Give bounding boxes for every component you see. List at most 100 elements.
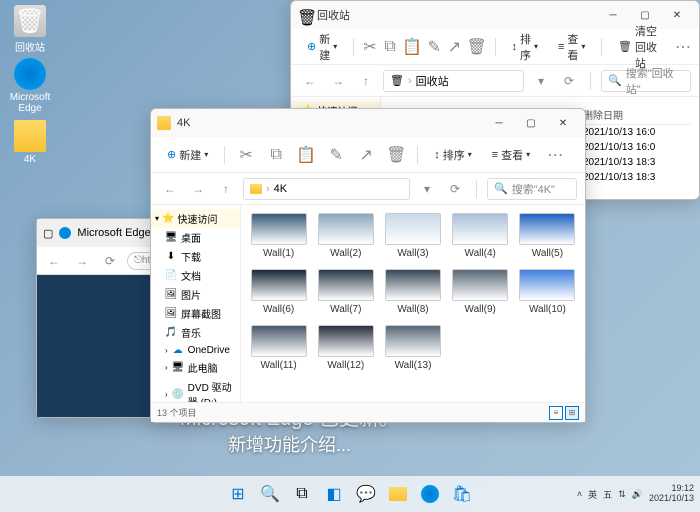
desktop-icon-recycle-bin[interactable]: 🗑 回收站	[5, 5, 55, 54]
desktop-icon-4k-folder[interactable]: 4K	[5, 120, 55, 165]
taskview-icon[interactable]: ⧉	[288, 480, 316, 508]
refresh-button[interactable]: ⟳	[558, 70, 580, 92]
clock[interactable]: 19:12 2021/10/13	[649, 484, 694, 504]
forward-button[interactable]: →	[71, 250, 93, 272]
back-button[interactable]: ←	[43, 250, 65, 272]
thumbs-view-icon[interactable]: ⊞	[565, 406, 579, 420]
file-thumbnail[interactable]: Wall(1)	[249, 213, 308, 259]
paste-icon[interactable]: 📋	[293, 142, 319, 168]
cut-icon[interactable]: ✂	[362, 34, 378, 60]
search-icon[interactable]: 🔍	[256, 480, 284, 508]
back-button[interactable]: ←	[299, 70, 321, 92]
dropdown-button[interactable]: ▾	[416, 178, 438, 200]
file-thumbnail[interactable]: Wall(9)	[451, 269, 510, 315]
more-icon[interactable]: ⋯	[675, 34, 691, 60]
volume-icon[interactable]: 🔊	[632, 489, 643, 500]
copy-icon[interactable]: ⧉	[382, 34, 398, 60]
edge-tab-title[interactable]: Microsoft Edge	[77, 227, 150, 239]
share-icon[interactable]: ↗	[353, 142, 379, 168]
sidebar-onedrive[interactable]: ›☁OneDrive	[151, 342, 240, 358]
desktop-icon-edge[interactable]: Microsoft Edge	[5, 58, 55, 114]
file-thumbnail[interactable]: Wall(11)	[249, 325, 308, 371]
up-button[interactable]: ↑	[215, 178, 237, 200]
details-view-icon[interactable]: ≡	[549, 406, 563, 420]
back-button[interactable]: ←	[159, 178, 181, 200]
maximize-button[interactable]: ▢	[515, 109, 547, 137]
desktop-icon-label: Microsoft Edge	[5, 92, 55, 114]
delete-icon[interactable]: 🗑	[467, 34, 487, 60]
delete-icon[interactable]: 🗑	[383, 142, 409, 168]
folder-icon	[157, 116, 171, 130]
new-button[interactable]: ⊕新建▾	[299, 28, 345, 66]
search-icon: 🔍	[494, 182, 508, 195]
sort-button[interactable]: ↕ 排序▾	[426, 144, 480, 166]
system-tray[interactable]: ˄ 英 五 ⇅ 🔊 19:12 2021/10/13	[577, 484, 694, 504]
breadcrumb[interactable]: 🗑› 回收站	[383, 70, 524, 92]
titlebar[interactable]: 4K ─ ▢ ✕	[151, 109, 585, 137]
sidebar-quick-access[interactable]: ▾⭐快速访问	[151, 209, 240, 228]
view-button[interactable]: ≡ 查看▾	[484, 144, 538, 166]
search-icon: 🔍	[608, 74, 622, 87]
store-taskbar-icon[interactable]: 🛍	[448, 480, 476, 508]
item-count: 13 个项目	[157, 406, 197, 419]
file-thumbnail[interactable]: Wall(13)	[383, 325, 442, 371]
chat-icon[interactable]: 💬	[352, 480, 380, 508]
file-thumbnail[interactable]: Wall(5)	[518, 213, 577, 259]
statusbar: 13 个项目 ≡ ⊞	[151, 402, 585, 422]
view-button[interactable]: ≡ 查看▾	[550, 28, 593, 66]
column-date[interactable]: 删除日期	[583, 107, 683, 122]
file-thumbnail[interactable]: Wall(10)	[518, 269, 577, 315]
rename-icon[interactable]: ✎	[323, 142, 349, 168]
start-button[interactable]: ⊞	[224, 480, 252, 508]
up-button[interactable]: ↑	[355, 70, 377, 92]
file-thumbnail[interactable]: Wall(6)	[249, 269, 308, 315]
sidebar-item[interactable]: 🖼屏幕截图	[151, 304, 240, 323]
paste-icon[interactable]: 📋	[402, 34, 422, 60]
search-input[interactable]: 🔍 搜索"4K"	[487, 178, 577, 200]
file-thumbnail[interactable]: Wall(8)	[383, 269, 442, 315]
copy-icon[interactable]: ⧉	[263, 142, 289, 168]
explorer-4k-window[interactable]: 4K ─ ▢ ✕ ⊕新建▾ ✂ ⧉ 📋 ✎ ↗ 🗑 ↕ 排序▾ ≡ 查看▾ ⋯ …	[150, 108, 586, 423]
widgets-icon[interactable]: ◧	[320, 480, 348, 508]
sidebar-item[interactable]: 🎵音乐	[151, 323, 240, 342]
refresh-button[interactable]: ⟳	[99, 250, 121, 272]
file-thumbnail[interactable]: Wall(3)	[383, 213, 442, 259]
ime-indicator[interactable]: 英	[588, 488, 597, 501]
cut-icon[interactable]: ✂	[233, 142, 259, 168]
toolbar: ⊕新建▾ ✂ ⧉ 📋 ✎ ↗ 🗑 ↕ 排序▾ ≡ 查看▾ ⋯	[151, 137, 585, 173]
network-icon[interactable]: ⇅	[618, 489, 626, 500]
folder-icon	[250, 184, 262, 194]
edge-tab-icon	[59, 227, 71, 239]
rename-icon[interactable]: ✎	[426, 34, 442, 60]
sort-button[interactable]: ↕ 排序▾	[503, 28, 546, 66]
tray-chevron-icon[interactable]: ˄	[577, 489, 582, 499]
file-thumbnail[interactable]: Wall(7)	[316, 269, 375, 315]
search-input[interactable]: 🔍 搜索"回收站"	[601, 70, 691, 92]
sidebar-item[interactable]: 📄文档	[151, 266, 240, 285]
close-button[interactable]: ✕	[547, 109, 579, 137]
taskbar: ⊞ 🔍 ⧉ ◧ 💬 🛍 ˄ 英 五 ⇅ 🔊 19:12 2021/10/13	[0, 476, 700, 512]
edge-taskbar-icon[interactable]	[416, 480, 444, 508]
window-title: 回收站	[317, 7, 597, 23]
sidebar-item[interactable]: ⬇下载	[151, 247, 240, 266]
refresh-button[interactable]: ⟳	[444, 178, 466, 200]
breadcrumb[interactable]: › 4K	[243, 178, 410, 200]
minimize-button[interactable]: ─	[483, 109, 515, 137]
ime-indicator[interactable]: 五	[603, 488, 612, 501]
file-thumbnail[interactable]: Wall(2)	[316, 213, 375, 259]
explorer-taskbar-icon[interactable]	[384, 480, 412, 508]
plus-icon: ⊕	[307, 40, 316, 53]
forward-button[interactable]: →	[187, 178, 209, 200]
sidebar-item[interactable]: 🖥桌面	[151, 228, 240, 247]
share-icon[interactable]: ↗	[446, 34, 462, 60]
file-thumbnail[interactable]: Wall(12)	[316, 325, 375, 371]
sidebar-item[interactable]: 🖼图片	[151, 285, 240, 304]
more-icon[interactable]: ⋯	[542, 142, 568, 168]
recycle-bin-icon: 🗑	[390, 74, 404, 87]
sidebar-thispc[interactable]: ›🖥此电脑	[151, 358, 240, 377]
new-button[interactable]: ⊕新建▾	[159, 144, 216, 166]
file-thumbnail[interactable]: Wall(4)	[451, 213, 510, 259]
square-icon[interactable]: ▢	[43, 227, 53, 240]
dropdown-button[interactable]: ▾	[530, 70, 552, 92]
forward-button[interactable]: →	[327, 70, 349, 92]
